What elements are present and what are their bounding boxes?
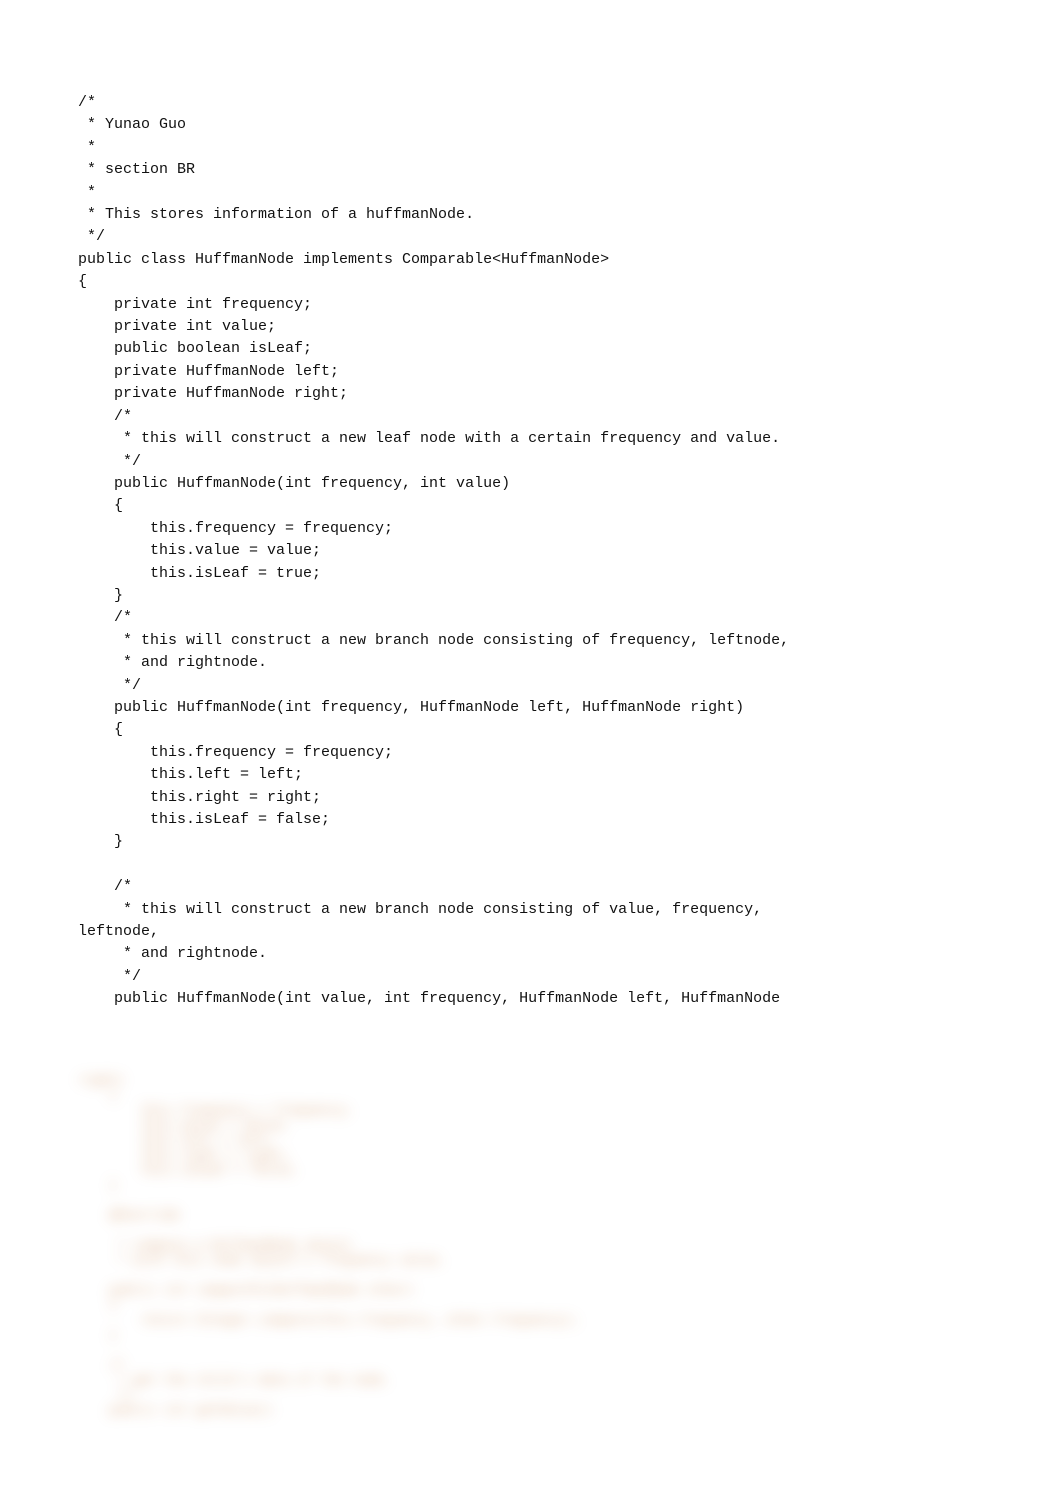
code-block-visible: /* * Yunao Guo * * section BR * * This s… [78, 92, 984, 1011]
code-block-blurred: right) { this.frequency = frequency; thi… [78, 1073, 984, 1418]
blurred-preview-region: right) { this.frequency = frequency; thi… [78, 1060, 984, 1465]
document-page: /* * Yunao Guo * * section BR * * This s… [0, 0, 1062, 1506]
